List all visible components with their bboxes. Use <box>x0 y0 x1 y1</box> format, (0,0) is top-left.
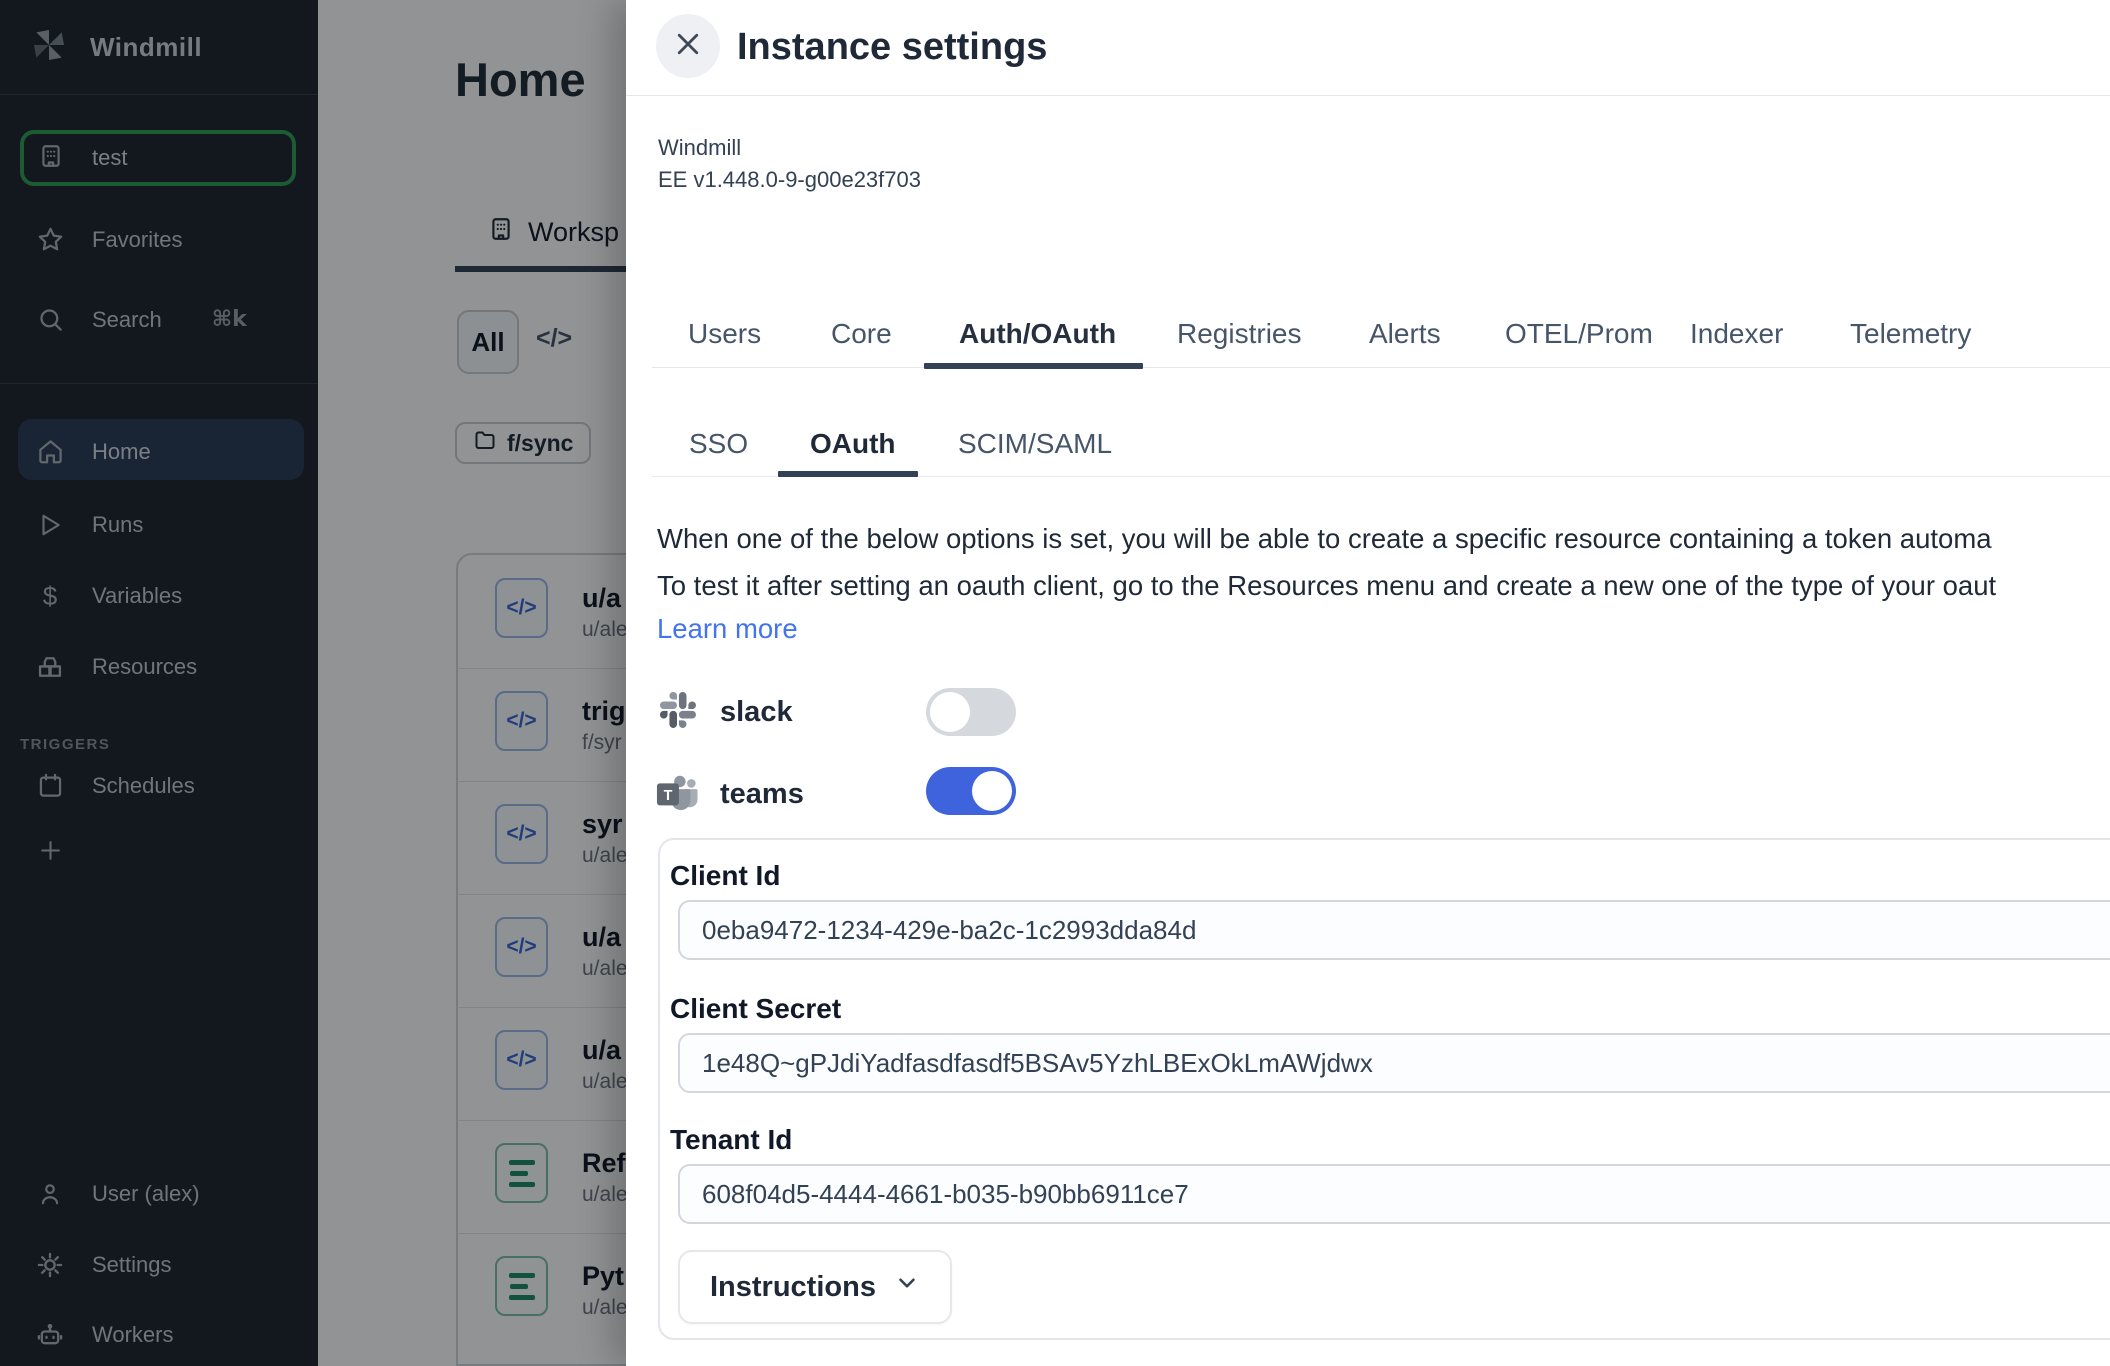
close-icon <box>673 29 703 64</box>
oauth-description: When one of the below options is set, yo… <box>657 515 2110 609</box>
tab-core[interactable]: Core <box>831 318 892 350</box>
provider-row-teams: T teams <box>656 772 804 817</box>
tab-alerts[interactable]: Alerts <box>1369 318 1441 350</box>
provider-row-slack: slack <box>660 692 793 733</box>
windmill-app: Windmill test Favorites Search ⌘k <box>0 0 2110 1366</box>
client-id-input[interactable] <box>678 900 2110 960</box>
close-button[interactable] <box>656 14 720 78</box>
subtab-scim-saml[interactable]: SCIM/SAML <box>958 428 1112 460</box>
tenant-id-label: Tenant Id <box>670 1124 792 1156</box>
teams-icon: T <box>656 772 698 817</box>
app-name: Windmill <box>658 132 921 164</box>
settings-tabs: Users Core Auth/OAuth Registries Alerts … <box>626 318 2110 370</box>
provider-name: slack <box>720 696 793 729</box>
description-line-1: When one of the below options is set, yo… <box>657 515 2110 562</box>
subtab-oauth[interactable]: OAuth <box>810 428 896 460</box>
active-tab-underline <box>924 363 1143 369</box>
tab-indexer[interactable]: Indexer <box>1690 318 1783 350</box>
tab-registries[interactable]: Registries <box>1177 318 1301 350</box>
client-id-label: Client Id <box>670 860 780 892</box>
client-secret-input[interactable] <box>678 1033 2110 1093</box>
learn-more-link[interactable]: Learn more <box>657 613 798 645</box>
drawer-title: Instance settings <box>737 26 1047 69</box>
version-string: EE v1.448.0-9-g00e23f703 <box>658 164 921 196</box>
client-secret-label: Client Secret <box>670 993 841 1025</box>
chevron-down-icon <box>894 1270 920 1304</box>
instructions-label: Instructions <box>710 1271 876 1304</box>
instructions-button[interactable]: Instructions <box>678 1250 952 1324</box>
subtab-sso[interactable]: SSO <box>689 428 748 460</box>
tabs-border <box>652 367 2110 368</box>
slack-icon <box>660 692 696 733</box>
instance-settings-drawer: Instance settings Windmill EE v1.448.0-9… <box>626 0 2110 1366</box>
drawer-backdrop[interactable] <box>0 0 626 1366</box>
tab-telemetry[interactable]: Telemetry <box>1850 318 1971 350</box>
tab-auth-oauth[interactable]: Auth/OAuth <box>959 318 1116 350</box>
tenant-id-input[interactable] <box>678 1164 2110 1224</box>
description-line-2: To test it after setting an oauth client… <box>657 562 2110 609</box>
version-block: Windmill EE v1.448.0-9-g00e23f703 <box>658 132 921 196</box>
teams-oauth-form: Client Id Client Secret Tenant Id Instru… <box>658 838 2110 1340</box>
svg-text:T: T <box>664 788 673 804</box>
tab-otel-prom[interactable]: OTEL/Prom <box>1505 318 1653 350</box>
teams-toggle[interactable] <box>926 767 1016 815</box>
tab-users[interactable]: Users <box>688 318 761 350</box>
active-subtab-underline <box>778 471 918 477</box>
slack-toggle[interactable] <box>926 688 1016 736</box>
drawer-header-divider <box>626 95 2110 96</box>
provider-name: teams <box>720 778 804 811</box>
